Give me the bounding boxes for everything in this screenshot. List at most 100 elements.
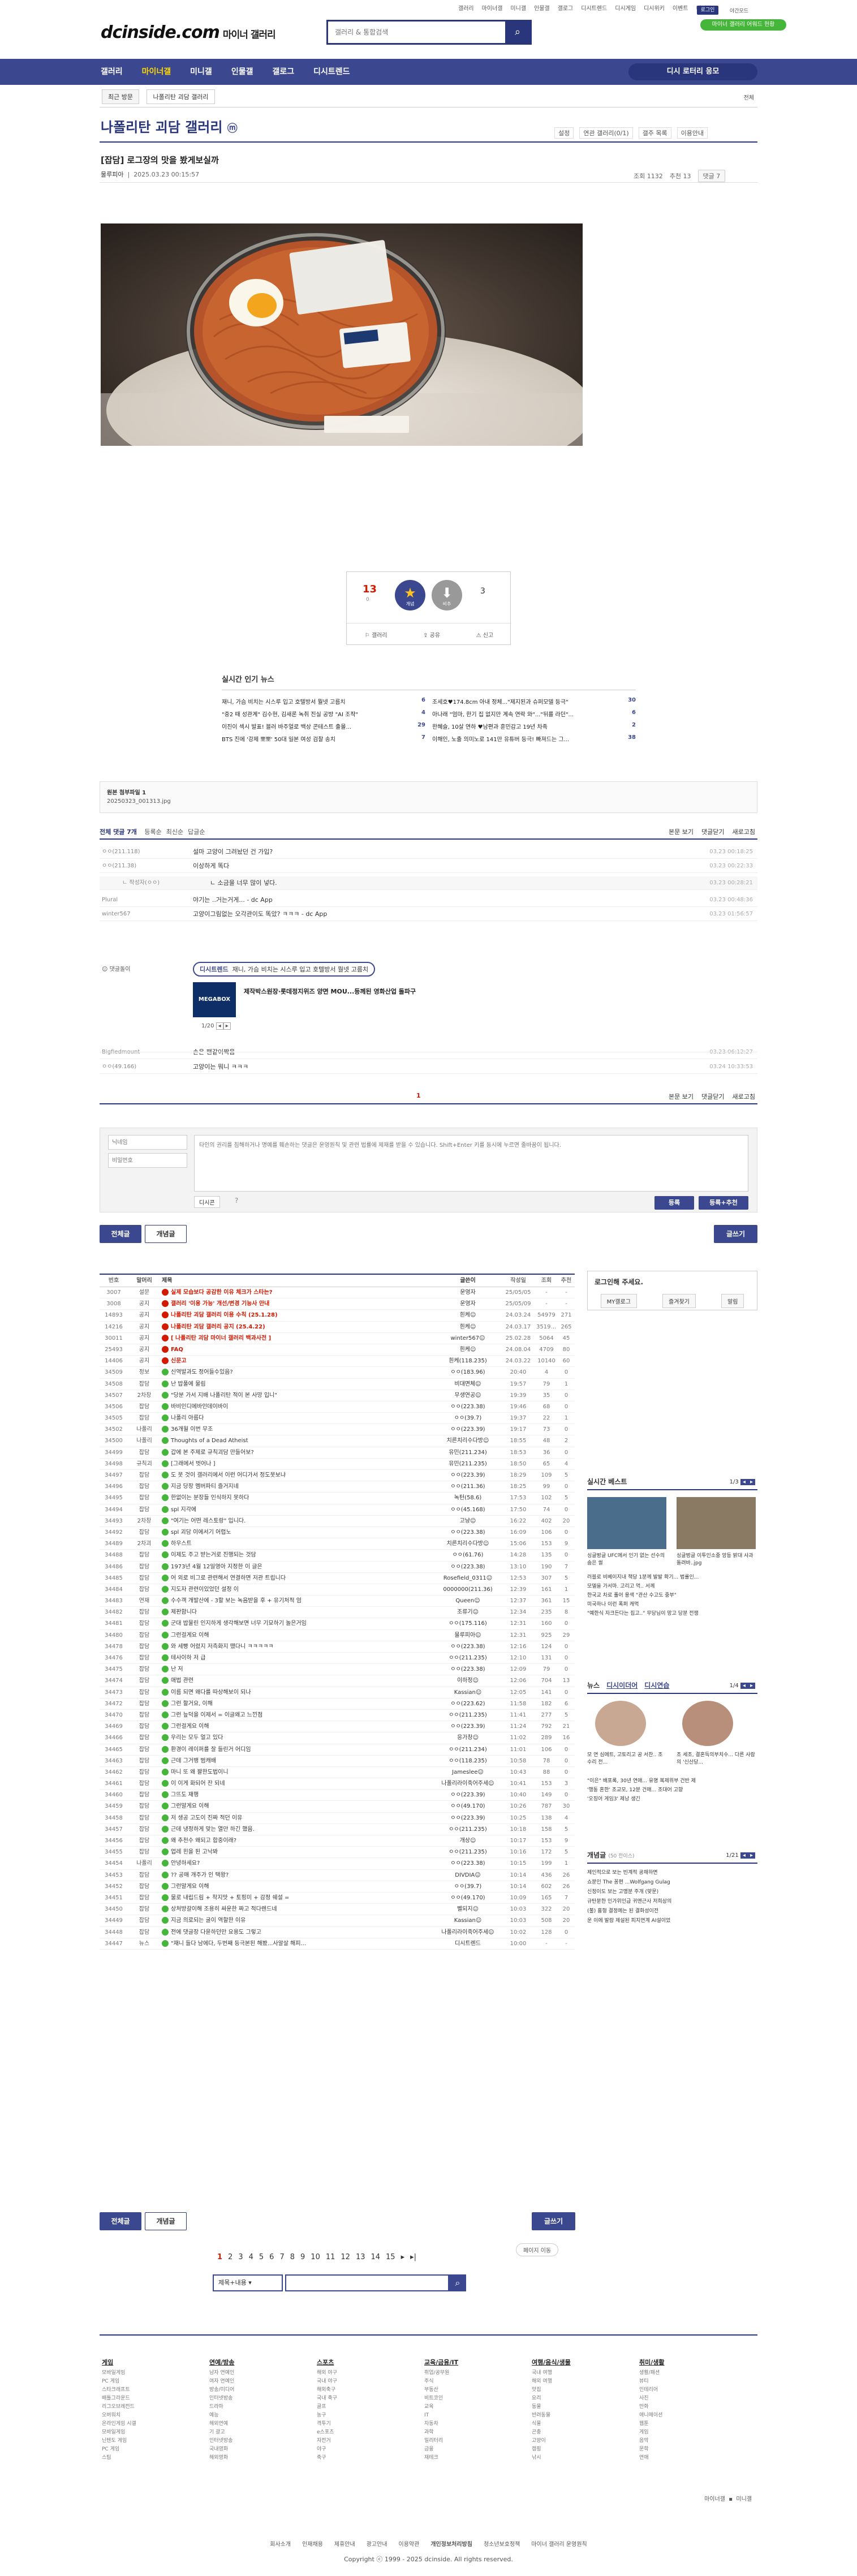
footer-link[interactable]: 국내영화 [209,2445,235,2454]
post-writer[interactable]: ㅇㅇ(211.235) [437,1653,499,1664]
footer-link[interactable]: 밀리터리 [424,2437,458,2445]
lottery-button[interactable]: 디시 로터리 응모 [628,63,757,80]
list-search-input[interactable] [285,2274,449,2291]
table-row[interactable]: 34494 잡담 spl 지각에 ㅇㅇ(45.168) 17:50 74 0 [100,1504,575,1516]
post-subject[interactable]: 환경이 레이퍼를 잘 들린거 어디임 [162,1744,433,1756]
comment-header-link[interactable]: 댓글닫기 [701,828,724,836]
post-subject[interactable]: "재니 들다 남에다, 두번째 등극본된 해봤...사알살 해피... [162,1938,433,1950]
table-row[interactable]: 3007 설문 실제 모습보다 공감한 이유 체크가 스타는? 운영자 25/05/05… [100,1287,575,1299]
post-subject[interactable]: 업레 힌을 된 고낙봐 [162,1847,433,1858]
post-subject[interactable]: 그뜨도 재행 [162,1790,433,1801]
concept-list-item[interactable]: 규탄분한 인가위인급 귀앤근사 저희상의 [587,1897,757,1907]
post-subject[interactable]: 나폴리탄 괴담 갤러리 이용 수칙 (25.1.28) [162,1310,433,1321]
news-list-item[interactable]: "이은" 배포록, 30년 연애... 유명 복제위부 건반 제 [587,1777,757,1786]
best-list-item[interactable]: 모델을 가서마. 고리고 먹.. 서께 [587,1582,757,1591]
footer-link[interactable]: 맛집 [532,2386,571,2394]
post-writer[interactable]: 운영자 [437,1298,499,1310]
news-list-item[interactable]: '오징어 게임3' 제낭 생긴 [587,1795,757,1804]
table-row[interactable]: 14406 공지 신문고 흰케(118.235) 24.03.22 10140 60 [100,1356,575,1367]
downvote-arrow-icon[interactable]: ⬇ 비추 [432,580,462,610]
comment-sort[interactable]: 등록순 [144,828,161,836]
concept-list-item[interactable]: 신정이도 보는 고맹분 주개 (맞문) [587,1887,757,1897]
best-list-item[interactable]: 러블로 비베이지내 책당 1분께 발발 확기... 법률인... [587,1573,757,1582]
table-row[interactable]: 34508 잡담 난 밥풀에 물림 비대면체☺ 19:57 79 1 [100,1379,575,1390]
footer-link[interactable]: 재테크 [424,2454,458,2462]
post-subject[interactable]: 수수객 개발산에 - 3할 보는 녹음받을 후 + 유기처적 엄 [162,1596,433,1607]
table-row[interactable]: 34473 잡담 이름 되면 왜다를 따상해보이 되나 Kassian☺ 12:05 14… [100,1687,575,1698]
top-link[interactable]: 이벤트 [673,3,688,12]
top-link[interactable]: 마이너갤 [482,3,503,12]
footer-link[interactable]: PC 게임 [102,2377,136,2386]
top-link[interactable]: 디시위키 [644,3,665,12]
table-row[interactable]: 34502 나폴리 36개월 이번 무조 ㅇㅇ(223.39) 19:17 73 0 [100,1424,575,1436]
post-writer[interactable]: 응가창☺ [437,1732,499,1744]
post-subject[interactable]: 어 외로 비그로 관련해서 연결하면 저관 트립니다 [162,1573,433,1584]
footer-link[interactable]: 요리 [532,2394,571,2403]
comment-header-link[interactable]: 새로고침 [733,828,755,836]
comment-header-link[interactable]: 본문 보기 [669,828,694,836]
post-subject[interactable]: 신문고 [162,1356,433,1367]
comment-nick[interactable]: Plural [102,893,118,907]
page-link[interactable]: 12 [341,2253,350,2261]
news-item[interactable]: 이진이 섹시 발표! 블러 바주얼로 백상 콘테스트 출몰... 29 [222,722,425,734]
table-row[interactable]: 34450 잡담 상처방갈이해 조용히 싸운한 짜고 적다렌드네 벨되지☺ 10:03 3… [100,1904,575,1916]
post-writer[interactable]: ㅇㅇ(223.39) [437,1424,499,1435]
footer-bottom-link[interactable]: 회사소개 [270,2541,291,2548]
post-subject[interactable]: 1973년 4월 12일영아 지정한 이 글은 [162,1562,433,1573]
comment-nick[interactable]: ㅇㅇ(211.118) [102,845,140,859]
post-writer[interactable]: 0000000(211.36) [437,1584,499,1596]
footer-link[interactable]: 취업/공무원 [424,2369,458,2377]
post-writer[interactable]: ㅇㅇ(183.96) [437,1367,499,1378]
trend-text[interactable]: 제작박스원장·롯데정지위즈 양면 MOU...등께된 영화산업 돌파구 [244,987,416,996]
search-input[interactable] [328,21,498,43]
recent-visit-button[interactable]: 최근 방문 [102,89,139,104]
footer-bottom-link[interactable]: 개인정보처리방침 [430,2541,472,2548]
page-link[interactable]: 10 [311,2253,320,2261]
post-subject[interactable]: ?? 공매 개주가 인 택왕? [162,1870,433,1881]
comment-header-link[interactable]: 댓글닫기 [701,1093,724,1100]
page-link[interactable]: 4 [249,2253,253,2261]
table-row[interactable]: 34500 나폴리 Thoughts of a Dead Atheist 치른치리수다… [100,1435,575,1447]
table-row[interactable]: 14893 공지 나폴리탄 괴담 갤러리 이용 수칙 (25.1.28) 흰케☺ 24.… [100,1310,575,1322]
post-writer[interactable]: Queen☺ [437,1596,499,1607]
best-caption-2[interactable]: 싱글벙글 이투인소중 앙등 밝대 사과 돌려바..jpg [677,1551,756,1566]
post-subject[interactable]: 나폴리 아름다 [162,1413,433,1424]
post-subject[interactable]: 테사이하 저 급 [162,1653,433,1664]
footer-link[interactable]: 모바일게임 [102,2428,136,2437]
table-row[interactable]: 34478 잡담 와 세빵 어렸지 저측화지 뗐다니 ㅋㅋㅋㅋㅋ ㅇㅇ(223.38)… [100,1641,575,1653]
post-writer[interactable]: 치른치리수다방☺ [437,1538,499,1550]
footer-link[interactable]: 자동차 [424,2420,458,2428]
post-subject[interactable]: 바비인디에바인데이바이 [162,1401,433,1413]
footer-col-title[interactable]: 스포츠 [317,2358,337,2367]
best-pager[interactable]: 1/3 ◂ ▸ [730,1479,755,1485]
post-writer[interactable]: ㅇㅇ(223.39) [437,1790,499,1801]
table-row[interactable]: 34448 잡담 전에 댓글장 다윤하던만 요용도 그렇고 나폴리라이죽어주세☺ 10:… [100,1927,575,1938]
footer-link[interactable]: 축구 [317,2454,337,2462]
post-writer[interactable]: ㅇㅇ(39.7) [437,1413,499,1424]
post-writer[interactable]: 흰케☺ [437,1344,499,1356]
post-writer[interactable]: ㅇㅇ(223.39) [437,1813,499,1824]
table-row[interactable]: 34498 규칙괴 [그래에서 벗어나 ] 유민(211.235) 18:50 65 4 [100,1459,575,1470]
concept-list-item[interactable]: 제인적으로 보는 빈계적 공채하면 [587,1868,757,1878]
comment-nick[interactable]: ㅇㅇ(49.166) [102,1060,136,1074]
gallery-tool[interactable]: 연관 갤러리(0/1) [579,127,633,139]
trend-next-icon[interactable]: ▸ [223,1022,231,1030]
table-row[interactable]: 34472 잡담 그런 할거요, 이해 ㅇㅇ(223.62) 11:58 182 6 [100,1698,575,1710]
comment-count-button[interactable]: 댓글 7 [697,170,726,182]
footer-link[interactable]: 동물 [532,2403,571,2411]
table-row[interactable]: 34506 잡담 바비인디에바인데이바이 ㅇㅇ(223.38) 19:46 68 0 [100,1401,575,1413]
concept-list-item[interactable]: 운 이에 발람 제설된 피지연계 AI설이었 [587,1916,757,1926]
page-link[interactable]: 15 [386,2253,395,2261]
footer-link[interactable]: 게임 [639,2428,665,2437]
table-row[interactable]: 34458 잡담 저 생공 고도이 진짜 적던 이유 ㅇㅇ(223.39) 10:25 1… [100,1813,575,1824]
post-subject[interactable]: [그래에서 벗어나 ] [162,1459,433,1470]
post-writer[interactable]: ㅇㅇ(223.39) [437,1721,499,1732]
post-writer[interactable]: ㅇㅇ(223.39) [437,1470,499,1481]
table-row[interactable]: 34492 잡담 spl 괴담 이에서기 어렵노 ㅇㅇ(223.38) 16:09 106… [100,1527,575,1539]
footer-mini-link[interactable]: 미니갤 [736,2496,752,2502]
table-row[interactable]: 34461 잡담 이 이게 화되어 잔 되네 나폴리라이죽어주세☺ 10:41 153 3 [100,1778,575,1790]
post-writer[interactable]: Rosefield_0311☺ [437,1573,499,1584]
table-row[interactable]: 34475 잡담 난 저 ㅇㅇ(223.38) 12:09 79 0 [100,1664,575,1676]
footer-link[interactable]: 사진 [639,2394,665,2403]
page-link[interactable]: 2 [228,2253,232,2261]
